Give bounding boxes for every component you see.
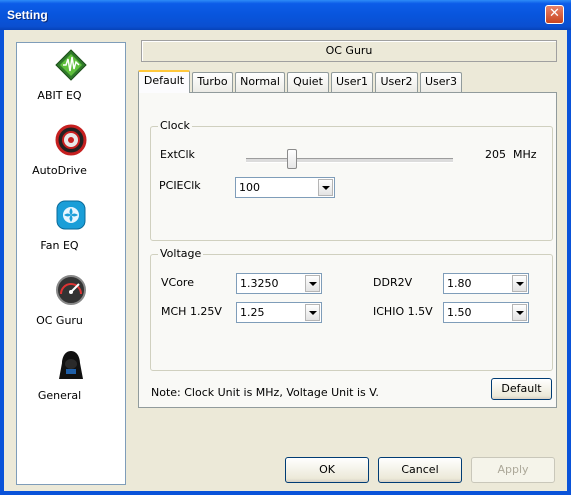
extclk-label: ExtClk bbox=[160, 148, 195, 161]
tab-user2[interactable]: User2 bbox=[375, 72, 418, 92]
client-area: ABIT EQ AutoDrive Fan EQ OC Guru General… bbox=[4, 30, 567, 491]
chevron-down-icon[interactable] bbox=[512, 275, 527, 292]
pcieclk-select[interactable]: 100 bbox=[235, 177, 335, 198]
title-bar[interactable]: Setting ✕ bbox=[0, 0, 571, 30]
chevron-down-icon[interactable] bbox=[318, 179, 333, 196]
autodrive-icon bbox=[55, 124, 87, 156]
mch-value: 1.25 bbox=[240, 306, 265, 319]
clock-legend: Clock bbox=[158, 119, 192, 132]
close-button[interactable]: ✕ bbox=[545, 5, 564, 24]
setting-window: Setting ✕ ABIT EQ AutoDrive Fan EQ OC Gu… bbox=[0, 0, 571, 495]
apply-button[interactable]: Apply bbox=[471, 457, 555, 483]
tab-quiet[interactable]: Quiet bbox=[287, 72, 329, 92]
tab-turbo[interactable]: Turbo bbox=[192, 72, 233, 92]
sidebar-item-label: General bbox=[37, 389, 82, 402]
chevron-down-icon[interactable] bbox=[512, 304, 527, 321]
ichio-select[interactable]: 1.50 bbox=[443, 302, 529, 323]
default-button[interactable]: Default bbox=[491, 378, 552, 400]
extclk-value: 205 bbox=[485, 148, 506, 161]
mch-select[interactable]: 1.25 bbox=[236, 302, 322, 323]
tab-normal[interactable]: Normal bbox=[235, 72, 285, 92]
voltage-group: Voltage VCore 1.3250 DDR2V 1.80 MCH 1.25… bbox=[150, 247, 553, 371]
close-icon: ✕ bbox=[549, 6, 560, 21]
extclk-unit: MHz bbox=[513, 148, 537, 161]
clock-group: Clock ExtClk 205 MHz PCIEClk 100 bbox=[150, 119, 553, 241]
sidebar-item-general[interactable]: General bbox=[17, 349, 125, 419]
mch-label: MCH 1.25V bbox=[161, 305, 222, 318]
sidebar-item-label: AutoDrive bbox=[32, 164, 87, 177]
sidebar-item-fan-eq[interactable]: Fan EQ bbox=[17, 199, 125, 269]
window-title: Setting bbox=[7, 8, 48, 22]
sidebar-item-abit-eq[interactable]: ABIT EQ bbox=[17, 49, 125, 119]
cancel-button[interactable]: Cancel bbox=[378, 457, 462, 483]
chevron-down-icon[interactable] bbox=[305, 275, 320, 292]
tab-user3[interactable]: User3 bbox=[420, 72, 462, 92]
tab-panel-default: Clock ExtClk 205 MHz PCIEClk 100 Voltage… bbox=[138, 92, 557, 408]
general-icon bbox=[59, 351, 83, 379]
sidebar: ABIT EQ AutoDrive Fan EQ OC Guru General bbox=[16, 42, 126, 485]
extclk-slider-track[interactable] bbox=[246, 158, 453, 163]
units-note: Note: Clock Unit is MHz, Voltage Unit is… bbox=[151, 386, 379, 399]
ddr2v-label: DDR2V bbox=[373, 276, 413, 289]
ichio-label: ICHIO 1.5V bbox=[373, 305, 433, 318]
voltage-legend: Voltage bbox=[158, 247, 204, 260]
ddr2v-value: 1.80 bbox=[447, 277, 472, 290]
sidebar-item-autodrive[interactable]: AutoDrive bbox=[17, 124, 125, 194]
chevron-down-icon[interactable] bbox=[305, 304, 320, 321]
abit-eq-icon bbox=[55, 49, 87, 81]
oc-guru-icon bbox=[56, 275, 86, 305]
panel-title: OC Guru bbox=[141, 40, 557, 62]
sidebar-item-label: OC Guru bbox=[36, 314, 83, 327]
ichio-value: 1.50 bbox=[447, 306, 472, 319]
sidebar-item-label: ABIT EQ bbox=[37, 89, 82, 102]
vcore-select[interactable]: 1.3250 bbox=[236, 273, 322, 294]
sidebar-item-oc-guru[interactable]: OC Guru bbox=[17, 274, 125, 344]
pcieclk-label: PCIEClk bbox=[159, 179, 201, 192]
sidebar-item-label: Fan EQ bbox=[40, 239, 79, 252]
ok-button[interactable]: OK bbox=[285, 457, 369, 483]
tab-user1[interactable]: User1 bbox=[331, 72, 373, 92]
extclk-slider-thumb[interactable] bbox=[287, 149, 297, 169]
vcore-value: 1.3250 bbox=[240, 277, 279, 290]
vcore-label: VCore bbox=[161, 276, 194, 289]
fan-eq-icon bbox=[56, 200, 86, 230]
pcieclk-value: 100 bbox=[239, 181, 260, 194]
tab-default[interactable]: Default bbox=[138, 70, 190, 93]
ddr2v-select[interactable]: 1.80 bbox=[443, 273, 529, 294]
